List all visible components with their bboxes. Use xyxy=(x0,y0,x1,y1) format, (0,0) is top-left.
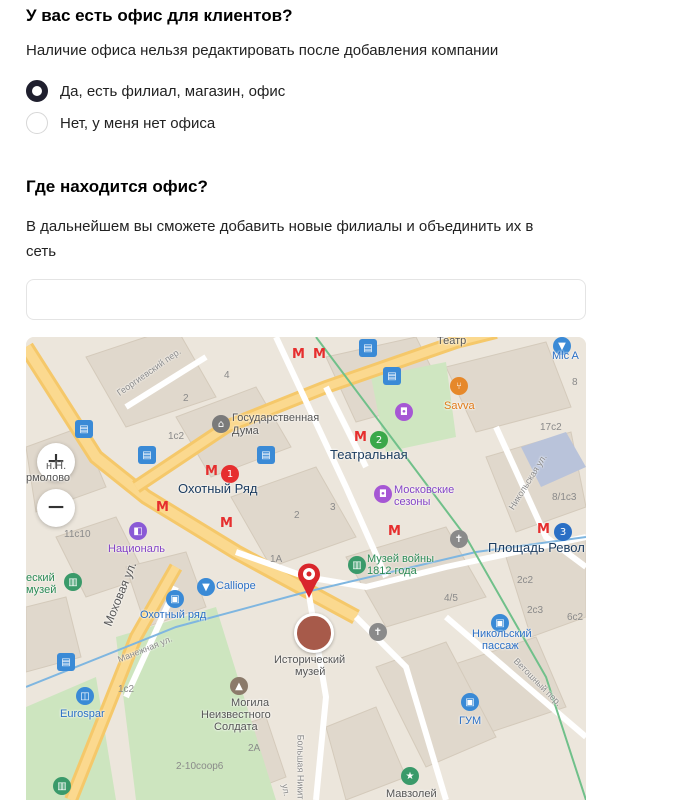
metro-icon: M xyxy=(313,347,326,362)
metro-icon: M xyxy=(388,524,401,539)
shop-icon: ▼ xyxy=(197,578,215,596)
bus-stop-icon: ▤ xyxy=(383,367,401,385)
location-note-line2: сеть xyxy=(26,243,57,260)
place-moskovskie-2[interactable]: сезоны xyxy=(394,496,430,508)
place-mlc[interactable]: Mlc A xyxy=(552,350,579,362)
place-mogila-1[interactable]: Могила xyxy=(231,697,269,709)
radio-no-office[interactable]: Нет, у меня нет офиса xyxy=(26,112,215,134)
house-number: 1A xyxy=(270,554,283,565)
house-number: 4 xyxy=(224,370,230,381)
church-icon: ✝ xyxy=(369,623,387,641)
shopping-basket-icon: ◫ xyxy=(76,687,94,705)
museum-photo-icon[interactable] xyxy=(294,613,334,653)
place-okhotny-ryad[interactable]: Охотный Ряд xyxy=(178,481,257,496)
bus-stop-icon: ▤ xyxy=(75,420,93,438)
metro-icon: M xyxy=(205,464,218,479)
radio-has-office[interactable]: Да, есть филиал, магазин, офис xyxy=(26,80,285,102)
address-input[interactable] xyxy=(26,279,586,320)
place-teatr[interactable]: Театр xyxy=(437,337,466,347)
hotel-icon: ◧ xyxy=(129,522,147,540)
place-ploshchad-rev[interactable]: Площадь Револ xyxy=(488,540,585,555)
office-question-note: Наличие офиса нельзя редактировать после… xyxy=(26,42,499,59)
place-mogila-3[interactable]: Солдата xyxy=(214,721,258,733)
place-calliope[interactable]: Calliope xyxy=(216,580,256,592)
house-number: 8 xyxy=(572,377,578,388)
house-number: 2A xyxy=(248,743,261,754)
radio-has-office-label: Да, есть филиал, магазин, офис xyxy=(60,82,286,100)
house-number: 2 xyxy=(183,393,189,404)
radio-unselected-indicator[interactable] xyxy=(26,112,48,134)
zoom-out-button[interactable]: − xyxy=(37,489,75,527)
place-istorichesky-1[interactable]: Исторический xyxy=(274,654,345,666)
location-pin-icon[interactable] xyxy=(296,562,322,600)
office-map[interactable]: + − M M M 2 M 1 M M M M 3 Охотный Ряд Те… xyxy=(26,337,586,800)
place-eurospar[interactable]: Eurospar xyxy=(60,708,105,720)
house-number: 6c2 xyxy=(567,612,584,623)
street-ul-short: ул. xyxy=(280,783,293,797)
place-teatralnaya[interactable]: Театральная xyxy=(330,447,408,462)
star-icon: ★ xyxy=(401,767,419,785)
place-muzey-left[interactable]: музей xyxy=(26,584,56,596)
place-gos-duma-2[interactable]: Дума xyxy=(232,425,259,437)
house-number: 2c2 xyxy=(517,575,534,586)
place-mogila-2[interactable]: Неизвестного xyxy=(201,709,271,721)
place-savva[interactable]: Savva xyxy=(444,400,475,412)
place-gos-duma-1[interactable]: Государственная xyxy=(232,412,319,424)
place-natsional[interactable]: Националь xyxy=(108,543,165,555)
house-number: 1c2 xyxy=(118,684,135,695)
place-moskovskie-1[interactable]: Московские xyxy=(394,484,454,496)
building-icon: ⌂ xyxy=(212,415,230,433)
house-number: 11c10 xyxy=(64,529,91,540)
theater-icon: ◘ xyxy=(374,485,392,503)
street-bolshaya: Большая Никит xyxy=(295,734,306,800)
metro-icon: M xyxy=(156,500,169,515)
radio-selected-indicator[interactable] xyxy=(26,80,48,102)
metro-icon: M xyxy=(292,347,305,362)
church-icon: ✝ xyxy=(450,530,468,548)
place-hn-2[interactable]: рмолово xyxy=(26,472,70,484)
house-number: 2-10соор6 xyxy=(176,761,224,772)
house-number: 2 xyxy=(294,510,300,521)
house-number: 1c2 xyxy=(168,431,185,442)
house-number: 4/5 xyxy=(444,593,458,604)
museum-icon: ▥ xyxy=(348,556,366,574)
bus-stop-icon: ▤ xyxy=(57,653,75,671)
place-nikolsky-1[interactable]: Никольский xyxy=(472,628,532,640)
place-istorichesky-2[interactable]: музей xyxy=(295,666,325,678)
location-title: Где находится офис? xyxy=(26,177,208,196)
place-muzey-voyny-1[interactable]: Музей войны xyxy=(367,553,434,565)
bus-stop-icon: ▤ xyxy=(257,446,275,464)
place-nikolsky-2[interactable]: пассаж xyxy=(482,640,519,652)
house-number: 2c3 xyxy=(527,605,544,616)
museum-icon: ▥ xyxy=(64,573,82,591)
place-mavzoley[interactable]: Мавзолей xyxy=(386,788,437,800)
place-okhotny-ryad-mall[interactable]: Охотный ряд xyxy=(140,609,206,621)
metro-line-blue-icon: 3 xyxy=(554,523,572,541)
house-number: 3 xyxy=(330,502,336,513)
monument-icon: ▲ xyxy=(230,677,248,695)
house-number: 8/1c3 xyxy=(552,492,577,503)
place-gum[interactable]: ГУМ xyxy=(459,715,481,727)
bus-stop-icon: ▤ xyxy=(359,339,377,357)
place-hn-1[interactable]: н.Н. xyxy=(46,460,66,472)
location-note-line1: В дальнейшем вы сможете добавить новые ф… xyxy=(26,218,534,235)
theater-icon: ◘ xyxy=(395,403,413,421)
restaurant-icon: ⑂ xyxy=(450,377,468,395)
museum-icon: ▥ xyxy=(53,777,71,795)
place-muzey-voyny-2[interactable]: 1812 года xyxy=(367,565,417,577)
radio-no-office-label: Нет, у меня нет офиса xyxy=(60,114,216,132)
mall-icon: ▣ xyxy=(166,590,184,608)
mall-icon: ▣ xyxy=(461,693,479,711)
place-eskiy[interactable]: еский xyxy=(26,572,55,584)
metro-icon: M xyxy=(354,430,367,445)
bus-stop-icon: ▤ xyxy=(138,446,156,464)
location-note: В дальнейшем вы сможете добавить новые ф… xyxy=(26,214,533,264)
metro-icon: M xyxy=(537,522,550,537)
metro-icon: M xyxy=(220,516,233,531)
office-question-title: У вас есть офис для клиентов? xyxy=(26,6,293,25)
house-number: 17c2 xyxy=(540,422,562,433)
